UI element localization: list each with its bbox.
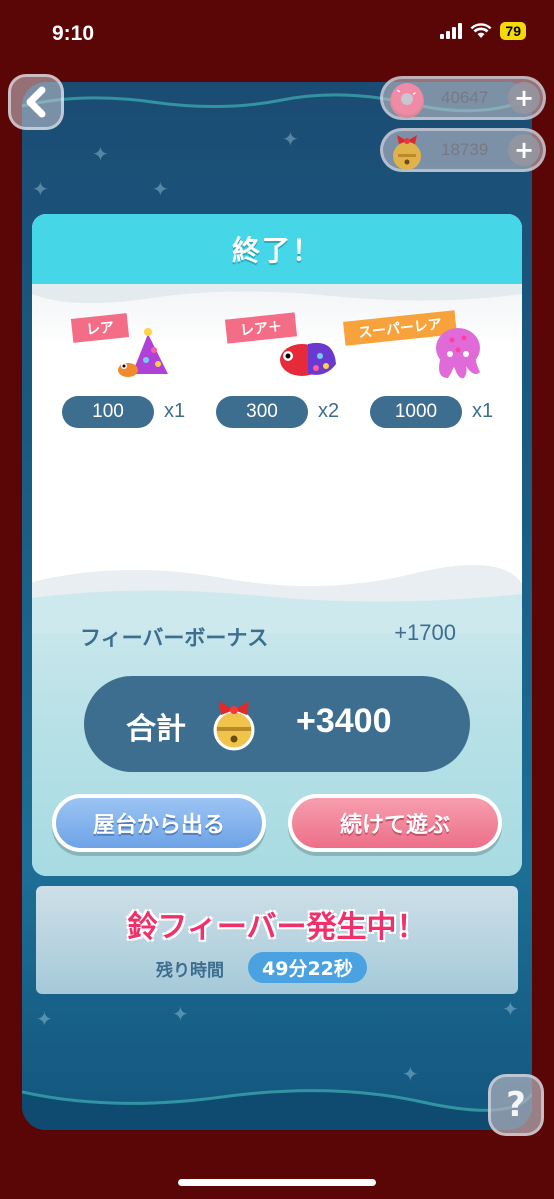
item-multiplier: x2 (318, 400, 340, 422)
home-indicator (178, 1179, 376, 1186)
back-button[interactable] (8, 74, 64, 130)
continue-button[interactable]: 続けて遊ぶ (288, 794, 502, 852)
item-multiplier: x1 (472, 400, 494, 422)
fever-banner: 鈴フィーバー発生中！ 残り時間 49分22秒 (36, 886, 518, 994)
catch-item-1: レア 100 x1 (62, 308, 212, 428)
remaining-time-value: 49分22秒 (248, 952, 367, 983)
status-icons: 79 (440, 22, 526, 40)
chevron-left-icon (26, 86, 46, 118)
leave-stall-button[interactable]: 屋台から出る (52, 794, 266, 852)
total-panel: 合計 +3400 (84, 676, 470, 772)
status-time: 9:10 (52, 22, 95, 45)
bell-amount: 18739 (441, 140, 489, 159)
total-label: 合計 (126, 712, 186, 747)
signal-icon (440, 23, 463, 39)
battery-indicator: 79 (500, 22, 526, 40)
donut-amount: 40647 (441, 88, 489, 107)
help-button[interactable]: ? (488, 1074, 544, 1136)
remaining-time-label: 残り時間 (156, 961, 224, 981)
sparkle-icon: ✦ (282, 127, 299, 151)
result-modal: 終了！ レア 100 x1 レア＋ 300 x2 スーパーレア 1000 x1 … (32, 214, 522, 876)
fever-bonus-value: +1700 (394, 620, 456, 645)
fish-icon (280, 342, 336, 376)
modal-title: 終了！ (32, 214, 522, 284)
wave-decoration (32, 284, 522, 304)
fever-title: 鈴フィーバー発生中！ (127, 910, 427, 945)
sparkle-icon: ✦ (32, 177, 49, 201)
wifi-icon (470, 23, 492, 38)
sparkle-icon: ✦ (92, 142, 109, 166)
sparkle-icon: ✦ (502, 997, 519, 1021)
wave-decoration (22, 1089, 532, 1130)
item-value: 100 (62, 396, 154, 428)
item-multiplier: x1 (164, 400, 186, 422)
fever-bonus-label: フィーバーボーナス (80, 626, 269, 650)
hermit-crab-icon (118, 328, 168, 377)
bell-currency: 18739 + (380, 128, 546, 172)
octopus-icon (436, 328, 480, 379)
donut-icon (390, 83, 424, 118)
sparkle-icon: ✦ (36, 1007, 53, 1031)
item-value: 1000 (370, 396, 462, 428)
sparkle-icon: ✦ (172, 1002, 189, 1026)
item-value: 300 (216, 396, 308, 428)
bell-icon (393, 135, 421, 170)
add-donut-button[interactable]: + (508, 82, 540, 114)
add-bell-button[interactable]: + (508, 134, 540, 166)
total-value: +3400 (296, 702, 392, 740)
donut-currency: 40647 + (380, 76, 546, 120)
sparkle-icon: ✦ (152, 177, 169, 201)
bell-icon (213, 701, 255, 751)
catch-item-3: スーパーレア 1000 x1 (343, 308, 520, 428)
